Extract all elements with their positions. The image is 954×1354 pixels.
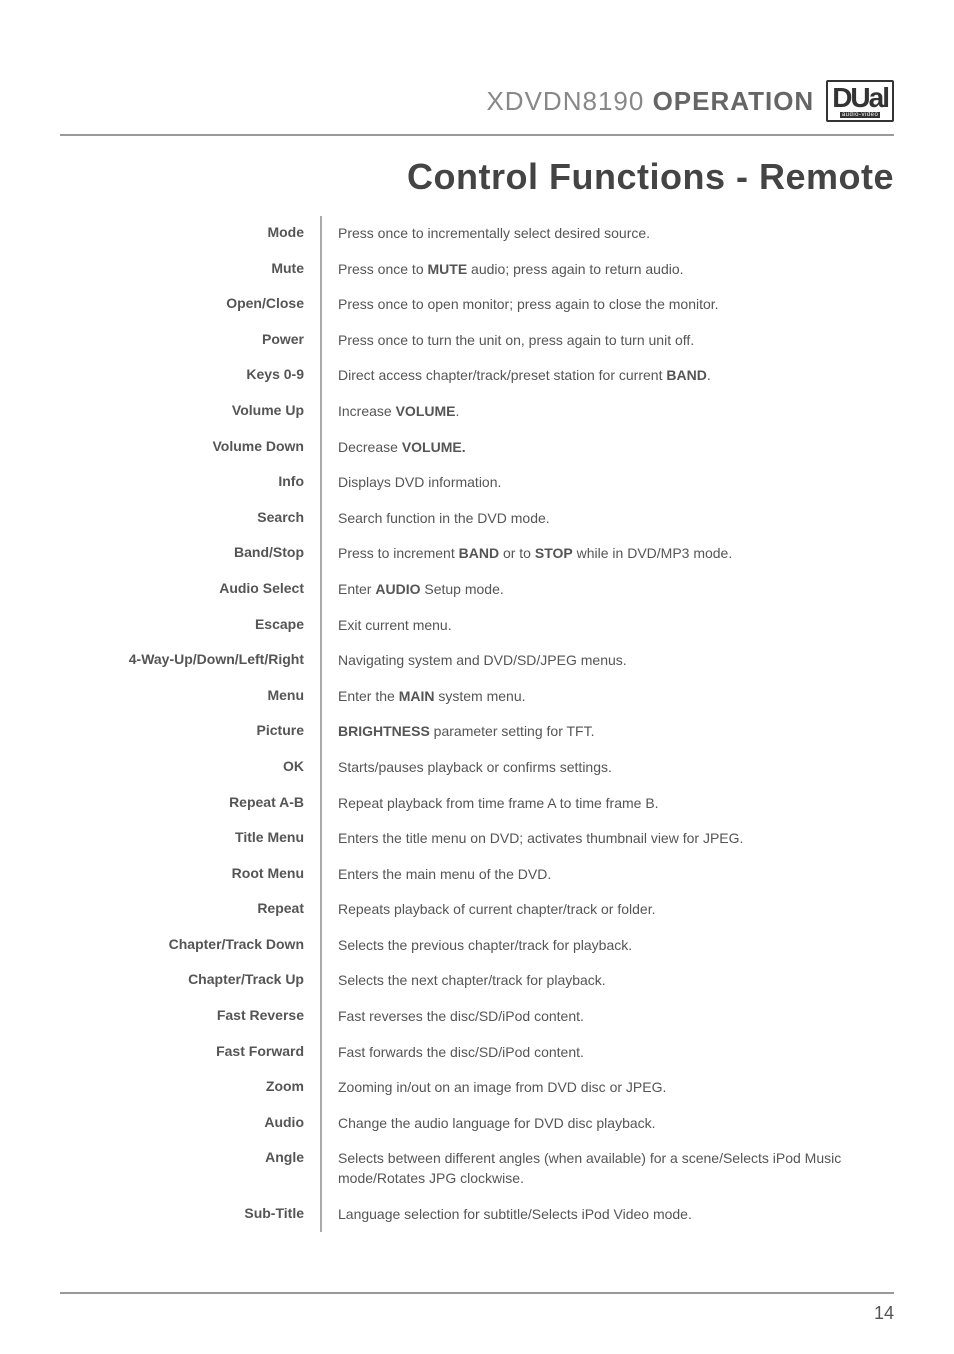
functions-table: ModePress once to incrementally select d… <box>60 216 894 1232</box>
function-label: Mute <box>60 252 320 284</box>
table-row: Keys 0-9Direct access chapter/track/pres… <box>60 358 894 394</box>
function-label: Keys 0-9 <box>60 358 320 390</box>
table-row: MenuEnter the MAIN system menu. <box>60 679 894 715</box>
function-label: Fast Forward <box>60 1035 320 1067</box>
table-row: Band/StopPress to increment BAND or to S… <box>60 536 894 572</box>
function-description: BRIGHTNESS parameter setting for TFT. <box>322 714 894 750</box>
page-title: Control Functions - Remote <box>60 156 894 198</box>
function-label: Root Menu <box>60 857 320 889</box>
function-description: Enter AUDIO Setup mode. <box>322 572 894 608</box>
function-description: Selects between different angles (when a… <box>322 1141 894 1196</box>
header: XDVDN8190 OPERATION DUal audio-video <box>60 80 894 122</box>
table-row: EscapeExit current menu. <box>60 608 894 644</box>
table-row: RepeatRepeats playback of current chapte… <box>60 892 894 928</box>
table-row: PictureBRIGHTNESS parameter setting for … <box>60 714 894 750</box>
function-label: Open/Close <box>60 287 320 319</box>
function-description: Selects the next chapter/track for playb… <box>322 963 894 999</box>
function-description: Press once to incrementally select desir… <box>322 216 894 252</box>
function-label: Info <box>60 465 320 497</box>
function-description: Fast reverses the disc/SD/iPod content. <box>322 999 894 1035</box>
function-description: Press to increment BAND or to STOP while… <box>322 536 894 572</box>
function-description: Navigating system and DVD/SD/JPEG menus. <box>322 643 894 679</box>
table-row: Root MenuEnters the main menu of the DVD… <box>60 857 894 893</box>
footer-divider <box>60 1292 894 1294</box>
table-row: ZoomZooming in/out on an image from DVD … <box>60 1070 894 1106</box>
model-number: XDVDN8190 <box>486 86 644 116</box>
operation-label: OPERATION <box>653 86 815 116</box>
table-row: ModePress once to incrementally select d… <box>60 216 894 252</box>
function-label: OK <box>60 750 320 782</box>
function-label: Band/Stop <box>60 536 320 568</box>
function-label: Audio Select <box>60 572 320 604</box>
table-row: MutePress once to MUTE audio; press agai… <box>60 252 894 288</box>
function-label: Chapter/Track Up <box>60 963 320 995</box>
table-row: PowerPress once to turn the unit on, pre… <box>60 323 894 359</box>
function-label: Repeat A-B <box>60 786 320 818</box>
function-description: Exit current menu. <box>322 608 894 644</box>
function-description: Starts/pauses playback or confirms setti… <box>322 750 894 786</box>
function-description: Selects the previous chapter/track for p… <box>322 928 894 964</box>
function-label: Power <box>60 323 320 355</box>
header-divider <box>60 134 894 136</box>
function-label: Audio <box>60 1106 320 1138</box>
table-row: Volume DownDecrease VOLUME. <box>60 430 894 466</box>
function-label: Fast Reverse <box>60 999 320 1031</box>
function-description: Language selection for subtitle/Selects … <box>322 1197 894 1233</box>
table-row: Repeat A-BRepeat playback from time fram… <box>60 786 894 822</box>
function-description: Repeat playback from time frame A to tim… <box>322 786 894 822</box>
brand-logo: DUal audio-video <box>826 80 894 122</box>
table-row: AudioChange the audio language for DVD d… <box>60 1106 894 1142</box>
table-row: SearchSearch function in the DVD mode. <box>60 501 894 537</box>
table-row: Volume UpIncrease VOLUME. <box>60 394 894 430</box>
function-label: Volume Up <box>60 394 320 426</box>
function-label: Volume Down <box>60 430 320 462</box>
function-label: Angle <box>60 1141 320 1173</box>
function-description: Enters the title menu on DVD; activates … <box>322 821 894 857</box>
table-row: AngleSelects between different angles (w… <box>60 1141 894 1196</box>
function-description: Direct access chapter/track/preset stati… <box>322 358 894 394</box>
model-operation: XDVDN8190 OPERATION <box>486 86 814 117</box>
logo-subtext: audio-video <box>840 112 881 118</box>
table-row: Fast ReverseFast reverses the disc/SD/iP… <box>60 999 894 1035</box>
function-label: Escape <box>60 608 320 640</box>
function-description: Zooming in/out on an image from DVD disc… <box>322 1070 894 1106</box>
table-row: Title MenuEnters the title menu on DVD; … <box>60 821 894 857</box>
function-description: Fast forwards the disc/SD/iPod content. <box>322 1035 894 1071</box>
function-description: Displays DVD information. <box>322 465 894 501</box>
table-row: Open/ClosePress once to open monitor; pr… <box>60 287 894 323</box>
logo-text: DUal <box>832 84 888 112</box>
function-description: Repeats playback of current chapter/trac… <box>322 892 894 928</box>
table-row: Fast ForwardFast forwards the disc/SD/iP… <box>60 1035 894 1071</box>
function-description: Search function in the DVD mode. <box>322 501 894 537</box>
table-row: InfoDisplays DVD information. <box>60 465 894 501</box>
function-label: Sub-Title <box>60 1197 320 1229</box>
table-row: Audio SelectEnter AUDIO Setup mode. <box>60 572 894 608</box>
function-label: Mode <box>60 216 320 248</box>
function-description: Press once to MUTE audio; press again to… <box>322 252 894 288</box>
function-label: Picture <box>60 714 320 746</box>
function-label: Repeat <box>60 892 320 924</box>
table-row: OKStarts/pauses playback or confirms set… <box>60 750 894 786</box>
table-row: Sub-TitleLanguage selection for subtitle… <box>60 1197 894 1233</box>
function-label: Menu <box>60 679 320 711</box>
table-row: Chapter/Track UpSelects the next chapter… <box>60 963 894 999</box>
table-row: 4-Way-Up/Down/Left/RightNavigating syste… <box>60 643 894 679</box>
function-description: Decrease VOLUME. <box>322 430 894 466</box>
table-row: Chapter/Track DownSelects the previous c… <box>60 928 894 964</box>
function-description: Press once to open monitor; press again … <box>322 287 894 323</box>
function-description: Enter the MAIN system menu. <box>322 679 894 715</box>
function-label: Chapter/Track Down <box>60 928 320 960</box>
function-label: Title Menu <box>60 821 320 853</box>
function-description: Press once to turn the unit on, press ag… <box>322 323 894 359</box>
function-description: Change the audio language for DVD disc p… <box>322 1106 894 1142</box>
function-description: Increase VOLUME. <box>322 394 894 430</box>
page-number: 14 <box>874 1303 894 1324</box>
function-label: Zoom <box>60 1070 320 1102</box>
function-label: 4-Way-Up/Down/Left/Right <box>60 643 320 675</box>
function-label: Search <box>60 501 320 533</box>
function-description: Enters the main menu of the DVD. <box>322 857 894 893</box>
